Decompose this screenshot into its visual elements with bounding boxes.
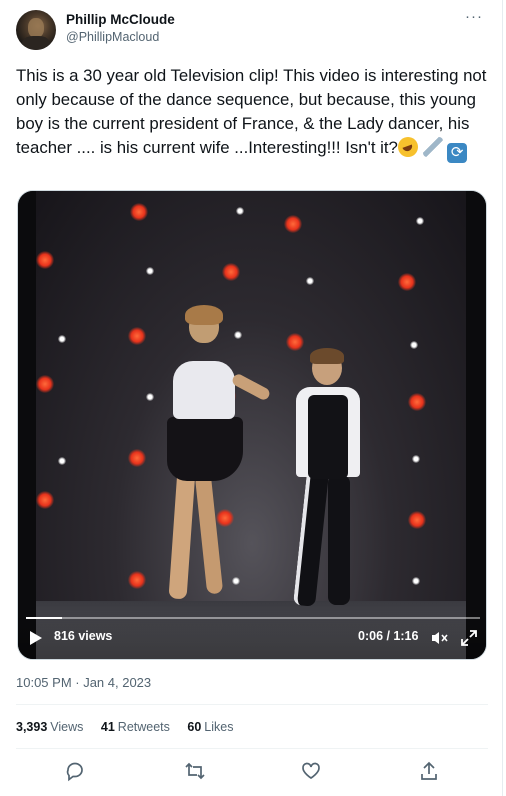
views-count: 3,393 [16, 720, 48, 734]
video-views: 816 views [54, 629, 113, 643]
stage-light [222, 263, 240, 281]
stage-light [36, 375, 54, 393]
stage-star [306, 277, 314, 285]
syringe-emoji [422, 137, 443, 157]
stage-star [236, 207, 244, 215]
stage-star [146, 267, 154, 275]
stage-star [58, 457, 66, 465]
stage-star [412, 455, 420, 463]
stage-light [128, 327, 146, 345]
dancer-hair [310, 348, 344, 364]
retweets-label: Retweets [117, 720, 170, 734]
repeat-button-emoji: ⟳ [447, 143, 468, 163]
divider [16, 704, 488, 705]
dancer-leg [328, 475, 350, 605]
likes-count: 60 [187, 720, 202, 734]
avatar-face [28, 18, 44, 38]
stage-star [416, 217, 424, 225]
video-progress-fill [26, 617, 63, 619]
video-controls: 816 views 0:06 / 1:16 [18, 611, 486, 659]
tweet-stats: 3,393 Views 41 Retweets 60 Likes [16, 720, 247, 734]
retweets-stat[interactable]: 41 Retweets [101, 720, 170, 734]
dancer-top [173, 361, 235, 419]
stage-star [412, 577, 420, 585]
like-icon[interactable] [300, 760, 324, 782]
avatar[interactable] [16, 10, 56, 50]
likes-stat[interactable]: 60 Likes [187, 720, 233, 734]
rolling-on-floor-laughing-emoji [397, 137, 418, 157]
female-dancer [151, 305, 272, 621]
stage-light [286, 333, 304, 351]
dancer-leg [293, 470, 329, 607]
dancer-leg [194, 473, 224, 595]
tweet-header: Phillip McCloude @PhillipMacloud ··· [16, 9, 486, 52]
retweets-count: 41 [100, 720, 115, 734]
video-time: 0:06 / 1:16 [358, 629, 419, 643]
tweet-container: Phillip McCloude @PhillipMacloud ··· Thi… [0, 0, 503, 796]
stage-light [284, 215, 302, 233]
play-icon[interactable] [30, 631, 42, 645]
stage-light [128, 449, 146, 467]
likes-label: Likes [204, 720, 234, 734]
dancer-skirt [167, 417, 243, 481]
dancer-vest [308, 395, 348, 479]
tweet-timestamp[interactable]: 10:05 PM · Jan 4, 2023 [16, 675, 151, 690]
views-stat: 3,393 Views [16, 720, 83, 734]
more-options-icon[interactable]: ··· [462, 9, 486, 32]
fullscreen-icon[interactable] [460, 629, 478, 647]
video-player[interactable]: 816 views 0:06 / 1:16 [17, 190, 487, 660]
video-frame[interactable] [36, 191, 468, 659]
dancer-hair [185, 305, 223, 325]
dancer-arm [230, 372, 272, 402]
author-name[interactable]: Phillip McCloude [66, 12, 175, 27]
retweet-icon[interactable] [184, 760, 208, 782]
stage-star [58, 335, 66, 343]
views-label: Views [50, 720, 84, 734]
tweet-actions [16, 752, 486, 788]
dancer-leg [168, 468, 196, 600]
share-icon[interactable] [418, 760, 442, 782]
muted-speaker-icon[interactable] [430, 630, 448, 646]
tweet-text: This is a 30 year old Television clip! T… [16, 64, 492, 163]
video-progress-bar[interactable] [26, 617, 480, 619]
stage-light [398, 273, 416, 291]
stage-light [128, 571, 146, 589]
video-letterbox-right [466, 191, 486, 659]
stage-light [36, 491, 54, 509]
stage-star [410, 341, 418, 349]
stage-light [36, 251, 54, 269]
avatar-body [22, 36, 50, 50]
video-letterbox-left [18, 191, 36, 659]
boy-dancer [286, 348, 376, 631]
stage-light [408, 511, 426, 529]
divider [16, 748, 488, 749]
author-handle[interactable]: @PhillipMacloud [66, 30, 159, 44]
stage-light [408, 393, 426, 411]
stage-light [130, 203, 148, 221]
reply-icon[interactable] [64, 760, 88, 782]
